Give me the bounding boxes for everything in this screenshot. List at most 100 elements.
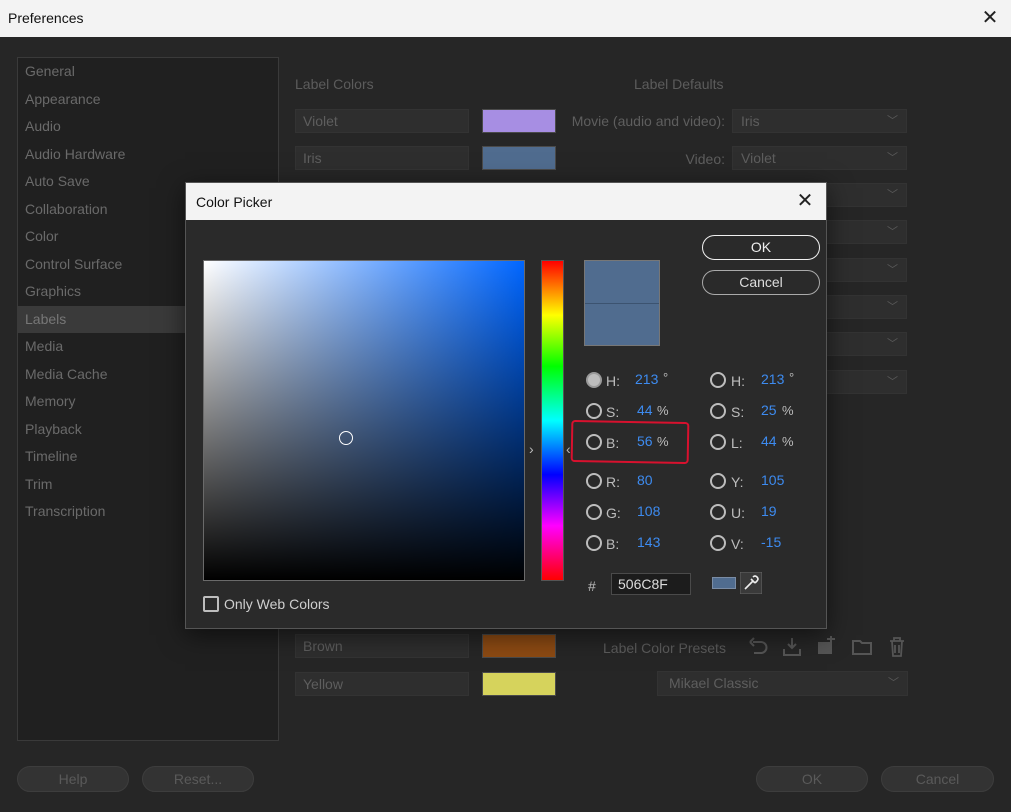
hex-prefix: # <box>588 578 596 594</box>
reset-button[interactable]: Reset... <box>142 766 254 792</box>
hsb-hue-label: H: <box>606 373 620 389</box>
only-web-colors-label: Only Web Colors <box>224 596 330 612</box>
label-name-field[interactable]: Iris <box>295 146 469 170</box>
hsl-saturation-value[interactable]: 25 <box>761 402 777 418</box>
hsl-lightness-unit: % <box>782 434 794 449</box>
default-label-video: Video: <box>685 151 725 167</box>
hsb-hue-unit: ° <box>663 370 669 385</box>
label-colors-heading: Label Colors <box>295 76 374 92</box>
saturation-brightness-field[interactable] <box>203 260 525 581</box>
highlight-annotation <box>570 419 690 465</box>
hsl-lightness-radio[interactable] <box>710 434 726 450</box>
label-color-presets-label: Label Color Presets <box>603 640 726 656</box>
color-preview <box>584 260 660 346</box>
sidebar-item-audio[interactable]: Audio <box>18 113 278 140</box>
hex-input[interactable] <box>611 573 691 595</box>
hsl-lightness-label: L: <box>731 435 743 451</box>
rgb-red-label: R: <box>606 474 620 490</box>
folder-icon[interactable] <box>851 636 873 658</box>
eyedropper-icon[interactable] <box>740 572 762 594</box>
only-web-colors-checkbox[interactable] <box>203 596 219 612</box>
hsb-saturation-value[interactable]: 44 <box>637 402 653 418</box>
rgb-red-value[interactable]: 80 <box>637 472 653 488</box>
hsb-saturation-radio[interactable] <box>586 403 602 419</box>
hsl-hue-unit: ° <box>789 370 795 385</box>
preset-select-value: Mikael Classic <box>669 675 759 691</box>
yuv-y-value[interactable]: 105 <box>761 472 784 488</box>
save-preset-icon[interactable] <box>815 636 837 658</box>
yuv-v-label: V: <box>731 536 744 552</box>
rgb-red-radio[interactable] <box>586 473 602 489</box>
default-label-movie: Movie (audio and video): <box>571 113 725 129</box>
color-picker-titlebar: Color Picker ✕ <box>186 183 826 220</box>
sidebar-item-audio-hardware[interactable]: Audio Hardware <box>18 141 278 168</box>
hue-slider-arrow-icon[interactable]: › <box>529 441 534 457</box>
label-color-swatch[interactable] <box>482 672 556 696</box>
hsl-saturation-radio[interactable] <box>710 403 726 419</box>
yuv-u-label: U: <box>731 505 745 521</box>
default-select-value: Iris <box>741 113 760 129</box>
preferences-ok-button[interactable]: OK <box>756 766 868 792</box>
chevron-down-icon: ﹀ <box>887 264 898 276</box>
chevron-down-icon: ﹀ <box>887 226 898 238</box>
color-picker-title: Color Picker <box>196 194 273 210</box>
chevron-down-icon: ﹀ <box>887 152 898 164</box>
preset-select[interactable]: Mikael Classic ﹀ <box>657 671 908 696</box>
preferences-titlebar: Preferences ✕ <box>0 0 1011 37</box>
chevron-down-icon: ﹀ <box>887 115 898 127</box>
chevron-down-icon: ﹀ <box>887 338 898 350</box>
hex-color-swatch <box>712 577 736 589</box>
hsl-hue-radio[interactable] <box>710 372 726 388</box>
close-icon[interactable]: ✕ <box>979 7 1001 29</box>
rgb-green-value[interactable]: 108 <box>637 503 660 519</box>
label-defaults-heading: Label Defaults <box>634 76 724 92</box>
cancel-button[interactable]: Cancel <box>702 270 820 295</box>
rgb-blue-radio[interactable] <box>586 535 602 551</box>
hsl-lightness-value[interactable]: 44 <box>761 433 777 449</box>
hsb-saturation-label: S: <box>606 404 620 420</box>
preferences-cancel-button[interactable]: Cancel <box>881 766 994 792</box>
trash-icon[interactable] <box>886 636 908 658</box>
yuv-v-radio[interactable] <box>710 535 726 551</box>
sidebar-item-appearance[interactable]: Appearance <box>18 86 278 113</box>
yuv-v-value[interactable]: -15 <box>761 534 781 550</box>
color-field-cursor[interactable] <box>339 431 353 445</box>
default-select-movie[interactable]: Iris ﹀ <box>732 109 907 133</box>
ok-button[interactable]: OK <box>702 235 820 260</box>
chevron-down-icon: ﹀ <box>888 677 899 689</box>
rgb-blue-label: B: <box>606 536 620 552</box>
undo-icon[interactable] <box>747 636 769 658</box>
hsl-hue-value[interactable]: 213 <box>761 371 784 387</box>
window-title: Preferences <box>8 10 84 26</box>
default-select-value: Violet <box>741 150 776 166</box>
label-name-field[interactable]: Yellow <box>295 672 469 696</box>
hsl-hue-label: H: <box>731 373 745 389</box>
rgb-green-radio[interactable] <box>586 504 602 520</box>
close-icon[interactable]: ✕ <box>794 190 816 212</box>
yuv-y-label: Y: <box>731 474 744 490</box>
yuv-y-radio[interactable] <box>710 473 726 489</box>
chevron-down-icon: ﹀ <box>887 376 898 388</box>
hsl-saturation-label: S: <box>731 404 745 420</box>
label-color-swatch[interactable] <box>482 634 556 658</box>
new-color-swatch <box>585 261 659 303</box>
hsb-saturation-unit: % <box>657 403 669 418</box>
rgb-blue-value[interactable]: 143 <box>637 534 660 550</box>
yuv-u-radio[interactable] <box>710 504 726 520</box>
hsb-hue-value[interactable]: 213 <box>635 371 658 387</box>
chevron-down-icon: ﹀ <box>887 189 898 201</box>
hue-slider[interactable] <box>541 260 564 581</box>
hsb-hue-radio[interactable] <box>586 372 602 388</box>
label-name-field[interactable]: Brown <box>295 634 469 658</box>
yuv-u-value[interactable]: 19 <box>761 503 777 519</box>
default-select-video[interactable]: Violet ﹀ <box>732 146 907 170</box>
help-button[interactable]: Help <box>17 766 129 792</box>
current-color-swatch <box>585 303 659 345</box>
chevron-down-icon: ﹀ <box>887 301 898 313</box>
import-icon[interactable] <box>781 636 803 658</box>
label-name-field[interactable]: Violet <box>295 109 469 133</box>
sidebar-item-general[interactable]: General <box>18 58 278 85</box>
rgb-green-label: G: <box>606 505 621 521</box>
color-picker-dialog: Color Picker ✕ › ‹ OK Cancel H: 213 ° S:… <box>185 182 827 629</box>
hsl-saturation-unit: % <box>782 403 794 418</box>
